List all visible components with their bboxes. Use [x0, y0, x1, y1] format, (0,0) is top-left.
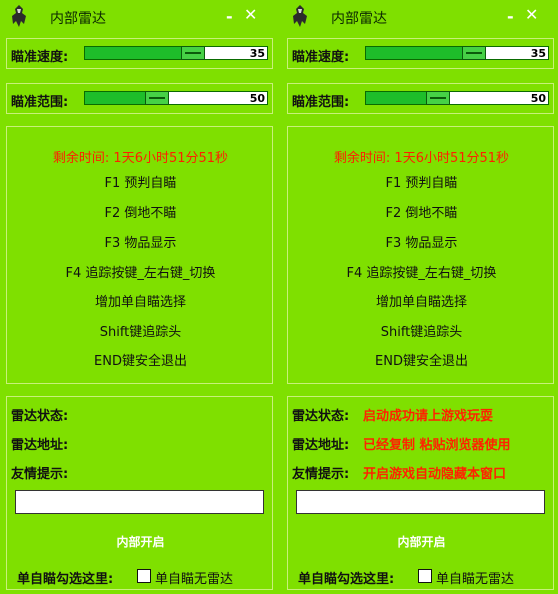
aim-range-thumb[interactable] — [426, 91, 450, 105]
aim-speed-fill — [85, 47, 181, 59]
radar-address-value: 已经复制 粘贴浏览器使用 — [363, 438, 511, 453]
window-title: 内部雷达 — [50, 11, 106, 27]
status-group: 雷达状态: 雷达地址: 友情提示: 内部开启 单自瞄勾选这里: 单自瞄无雷达 — [6, 396, 273, 590]
single-aim-checkbox-text[interactable]: 单自瞄无雷达 — [436, 568, 514, 587]
title-bar[interactable]: 内部雷达 - ✕ — [0, 0, 275, 32]
aim-range-value: 50 — [530, 92, 546, 105]
remaining-time: 剩余时间: 1天6小时51分51秒 — [333, 151, 510, 166]
feature-item: F2 倒地不瞄 — [104, 206, 177, 221]
info-group: 剩余时间: 1天6小时51分51秒 F1 预判自瞄 F2 倒地不瞄 F3 物品显… — [6, 126, 273, 384]
feature-item: F2 倒地不瞄 — [385, 206, 458, 221]
feature-item: F3 物品显示 — [385, 236, 458, 251]
aim-range-value: 50 — [249, 92, 265, 105]
aim-speed-group: 瞄准速度: 35 — [287, 38, 554, 69]
aim-speed-slider[interactable]: 35 — [84, 46, 268, 60]
status-group: 雷达状态: 启动成功请上游戏玩耍 雷达地址: 已经复制 粘贴浏览器使用 友情提示… — [287, 396, 554, 590]
start-button[interactable]: 内部开启 — [7, 533, 274, 550]
aim-range-label: 瞄准范围: — [292, 95, 350, 110]
aim-speed-label: 瞄准速度: — [11, 50, 69, 65]
info-group: 剩余时间: 1天6小时51分51秒 F1 预判自瞄 F2 倒地不瞄 F3 物品显… — [287, 126, 554, 384]
aim-speed-slider[interactable]: 35 — [365, 46, 549, 60]
radar-window-right: 内部雷达 - ✕ 瞄准速度: 35 瞄准范围: 50 剩余时间: 1天6小时51… — [281, 0, 556, 594]
minimize-button[interactable]: - — [226, 7, 233, 26]
single-aim-checkbox-text[interactable]: 单自瞄无雷达 — [155, 568, 233, 587]
feature-item: 增加单自瞄选择 — [375, 295, 467, 310]
aim-range-thumb[interactable] — [145, 91, 169, 105]
aim-speed-label: 瞄准速度: — [292, 50, 350, 65]
minimize-button[interactable]: - — [507, 7, 514, 26]
feature-item: F1 预判自瞄 — [385, 176, 458, 191]
single-aim-label: 单自瞄勾选这里: — [17, 572, 114, 587]
feature-item: Shift键追踪头 — [99, 325, 182, 340]
close-button[interactable]: ✕ — [525, 5, 538, 24]
aim-range-fill — [366, 92, 426, 104]
aim-range-label: 瞄准范围: — [11, 95, 69, 110]
aim-speed-thumb[interactable] — [462, 46, 486, 60]
aim-speed-value: 35 — [249, 47, 265, 60]
single-aim-checkbox[interactable] — [418, 569, 432, 583]
feature-item: F1 预判自瞄 — [104, 176, 177, 191]
friendly-tip-label: 友情提示: — [11, 467, 69, 482]
feature-item: F3 物品显示 — [104, 236, 177, 251]
radar-address-label: 雷达地址: — [292, 438, 350, 453]
feature-item: 增加单自瞄选择 — [94, 295, 186, 310]
feature-item: Shift键追踪头 — [380, 325, 463, 340]
radar-address-label: 雷达地址: — [11, 438, 69, 453]
warrior-logo-icon — [12, 5, 26, 27]
code-input[interactable] — [15, 490, 264, 514]
feature-item: END键安全退出 — [375, 354, 468, 369]
aim-range-slider[interactable]: 50 — [84, 91, 268, 105]
aim-speed-value: 35 — [530, 47, 546, 60]
start-button[interactable]: 内部开启 — [288, 533, 555, 550]
aim-speed-group: 瞄准速度: 35 — [6, 38, 273, 69]
aim-range-group: 瞄准范围: 50 — [6, 83, 273, 114]
radar-window-left: 内部雷达 - ✕ 瞄准速度: 35 瞄准范围: 50 剩余时间: 1天6小时51… — [0, 0, 275, 594]
warrior-logo-icon — [293, 5, 307, 27]
friendly-tip-value: 开启游戏自动隐藏本窗口 — [363, 467, 507, 482]
single-aim-checkbox[interactable] — [137, 569, 151, 583]
close-button[interactable]: ✕ — [244, 5, 257, 24]
title-bar[interactable]: 内部雷达 - ✕ — [281, 0, 556, 32]
feature-item: END键安全退出 — [94, 354, 187, 369]
window-title: 内部雷达 — [331, 11, 387, 27]
friendly-tip-label: 友情提示: — [292, 467, 350, 482]
aim-range-group: 瞄准范围: 50 — [287, 83, 554, 114]
aim-range-slider[interactable]: 50 — [365, 91, 549, 105]
aim-range-fill — [85, 92, 145, 104]
radar-status-label: 雷达状态: — [11, 409, 69, 424]
code-input[interactable] — [296, 490, 545, 514]
feature-item: F4 追踪按键_左右键_切换 — [65, 266, 216, 281]
aim-speed-thumb[interactable] — [181, 46, 205, 60]
remaining-time: 剩余时间: 1天6小时51分51秒 — [52, 151, 229, 166]
radar-status-label: 雷达状态: — [292, 409, 350, 424]
radar-status-value: 启动成功请上游戏玩耍 — [363, 409, 494, 424]
aim-speed-fill — [366, 47, 462, 59]
single-aim-label: 单自瞄勾选这里: — [298, 572, 395, 587]
feature-item: F4 追踪按键_左右键_切换 — [346, 266, 497, 281]
